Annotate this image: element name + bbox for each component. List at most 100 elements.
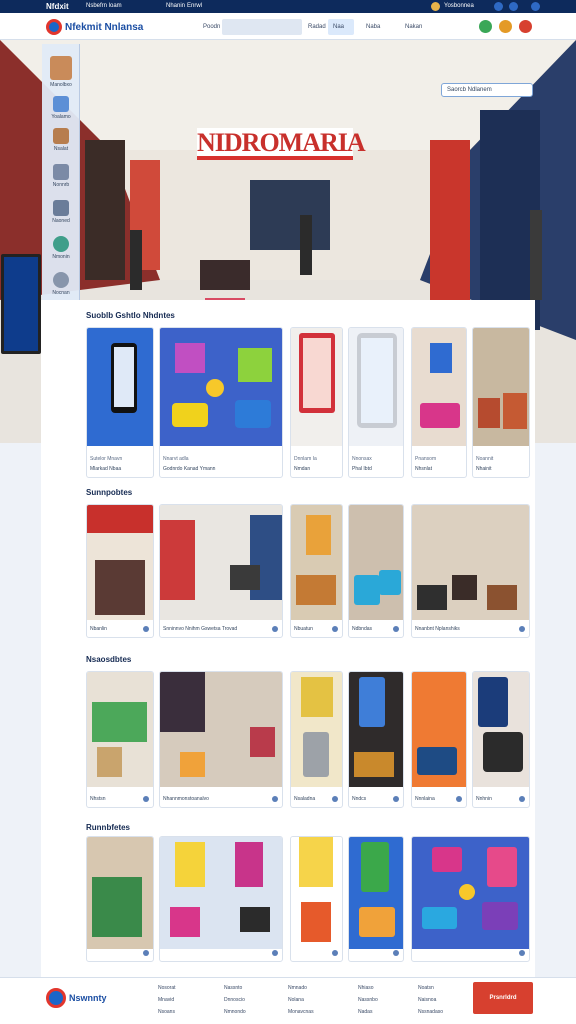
card-subtitle: Nnarvt adla — [163, 456, 189, 462]
section-title: Runnbfetes — [86, 823, 130, 832]
card-caption: Nhsnlat — [415, 466, 432, 472]
sidebar-item[interactable]: Nonnrb — [48, 164, 74, 188]
card-subtitle: Sutelor Mnavn — [90, 456, 123, 462]
footer-logo-text: Nswnnty — [69, 993, 107, 1003]
footer-link[interactable]: Mnavid — [158, 997, 176, 1003]
sidebar-item-label: Nonnrb — [52, 182, 70, 188]
footer-link[interactable]: Nassnto — [224, 985, 246, 991]
product-card[interactable]: Nnhnin — [472, 671, 530, 808]
sidebar-item[interactable]: Nocnan — [48, 272, 74, 296]
card-action-icon[interactable] — [519, 626, 525, 632]
product-card[interactable]: Nnonsax Phal Ibtd — [348, 327, 404, 478]
product-card[interactable]: Nsaladna — [290, 671, 343, 808]
footer-link[interactable]: Nassnbo — [358, 997, 378, 1003]
product-card[interactable]: Nndcs — [348, 671, 404, 808]
sidebar-item[interactable]: Naoned — [48, 200, 74, 224]
product-card[interactable] — [411, 836, 530, 962]
product-image — [412, 328, 466, 446]
product-card[interactable]: Nbanlin — [86, 504, 154, 638]
hero-store-sign: NIDROMARIA — [197, 128, 366, 160]
product-card[interactable]: Pnansom Nhsnlat — [411, 327, 467, 478]
card-caption: Nnhnin — [476, 796, 492, 802]
card-action-icon[interactable] — [519, 950, 525, 956]
footer-link[interactable]: Monavcnas — [288, 1009, 314, 1015]
card-caption: Nbanlin — [90, 626, 107, 632]
topbar-brand[interactable]: Nfdxit — [46, 2, 69, 11]
product-card[interactable] — [159, 836, 283, 962]
footer-link[interactable]: Nmnado — [288, 985, 314, 991]
product-card[interactable]: Snninnvo Nnihm Gswetsa Trovad — [159, 504, 283, 638]
cart-badge-icon[interactable] — [519, 20, 532, 33]
menu-icon[interactable] — [531, 2, 540, 11]
nav-link[interactable]: Naba — [366, 24, 380, 30]
section-title: Nsaosdbtes — [86, 655, 132, 664]
footer-cta-button[interactable]: Prsnrldrd — [473, 982, 533, 1014]
account-icon[interactable] — [431, 2, 440, 11]
topbar-link[interactable]: Nsbefrn loam — [86, 3, 122, 9]
card-action-icon[interactable] — [272, 950, 278, 956]
product-card[interactable]: Nnanbnt Nplanshiks — [411, 504, 530, 638]
product-card[interactable] — [86, 836, 154, 962]
card-action-icon[interactable] — [143, 796, 149, 802]
product-card[interactable]: Nhannmonstoanalvo — [159, 671, 283, 808]
product-card[interactable]: Nnarvt adla Godnrdo Kanad Ymann — [159, 327, 283, 478]
sidebar-item[interactable]: Yoalamo — [48, 96, 74, 120]
product-card[interactable]: Nbuatun — [290, 504, 343, 638]
card-action-icon[interactable] — [393, 626, 399, 632]
nav-link[interactable]: Poodn — [203, 24, 220, 30]
topbar-link[interactable]: Nhanin — [166, 3, 185, 9]
sidebar-item[interactable]: Nmonin — [48, 236, 74, 260]
card-subtitle: Noannit — [476, 456, 494, 462]
card-caption: Mlarkad Nbaa — [90, 466, 122, 472]
nav-link[interactable]: Nakan — [405, 24, 422, 30]
notification-icon[interactable] — [494, 2, 503, 11]
footer-link[interactable]: Nssnadaso — [418, 1009, 443, 1015]
bell-icon[interactable] — [499, 20, 512, 33]
card-action-icon[interactable] — [456, 796, 462, 802]
card-action-icon[interactable] — [143, 950, 149, 956]
footer-link[interactable]: Nmnondo — [224, 1009, 246, 1015]
footer-logo[interactable]: Nswnnty — [46, 988, 107, 1008]
product-card[interactable]: Noannit Nhainit — [472, 327, 530, 478]
card-caption: Nhstsn — [90, 796, 106, 802]
product-card[interactable] — [290, 836, 343, 962]
product-card[interactable] — [348, 836, 404, 962]
card-action-icon[interactable] — [272, 796, 278, 802]
nav-link[interactable]: Radad — [308, 24, 326, 30]
topbar-link[interactable]: Enrwl — [187, 3, 202, 9]
footer-link[interactable]: Naisnoa — [418, 997, 443, 1003]
footer-link[interactable]: Noatsn — [418, 985, 443, 991]
footer-link[interactable]: Nhiaso — [358, 985, 378, 991]
nav-link[interactable]: Naa — [333, 24, 344, 30]
card-action-icon[interactable] — [143, 626, 149, 632]
grid-icon — [53, 200, 69, 216]
card-action-icon[interactable] — [332, 950, 338, 956]
footer-link[interactable]: Nosorat — [158, 985, 176, 991]
card-action-icon[interactable] — [519, 796, 525, 802]
product-card[interactable]: Nnnlaina — [411, 671, 467, 808]
status-icon[interactable] — [479, 20, 492, 33]
card-action-icon[interactable] — [332, 796, 338, 802]
nav-search-input[interactable] — [222, 19, 302, 35]
sidebar-item[interactable]: Nsalat — [48, 128, 74, 152]
product-card[interactable]: Ndbndas — [348, 504, 404, 638]
sidebar-item[interactable]: Manolbxo — [48, 56, 74, 88]
footer-link[interactable]: Nsoans — [158, 1009, 176, 1015]
card-action-icon[interactable] — [332, 626, 338, 632]
hero-search-input[interactable]: Saorcb Ndlanem — [441, 83, 533, 97]
footer-link[interactable]: Nadas — [358, 1009, 378, 1015]
card-action-icon[interactable] — [393, 796, 399, 802]
footer-link[interactable]: Dnnoscio — [224, 997, 246, 1003]
product-card[interactable]: Sutelor Mnavn Mlarkad Nbaa — [86, 327, 154, 478]
list-icon — [53, 164, 69, 180]
main-navigation: Nfekmit Nnlansa Poodn Radad Naa Naba Nak… — [0, 13, 576, 40]
card-action-icon[interactable] — [272, 626, 278, 632]
product-card[interactable]: Dnnlam Ia Nmdan — [290, 327, 343, 478]
topbar-account-label[interactable]: Yosbonnea — [444, 3, 474, 9]
product-card[interactable]: Nhstsn — [86, 671, 154, 808]
cart-icon[interactable] — [509, 2, 518, 11]
footer-link[interactable]: Nolana — [288, 997, 314, 1003]
card-caption: Nbuatun — [294, 626, 313, 632]
card-action-icon[interactable] — [393, 950, 399, 956]
site-logo[interactable]: Nfekmit Nnlansa — [46, 18, 143, 36]
